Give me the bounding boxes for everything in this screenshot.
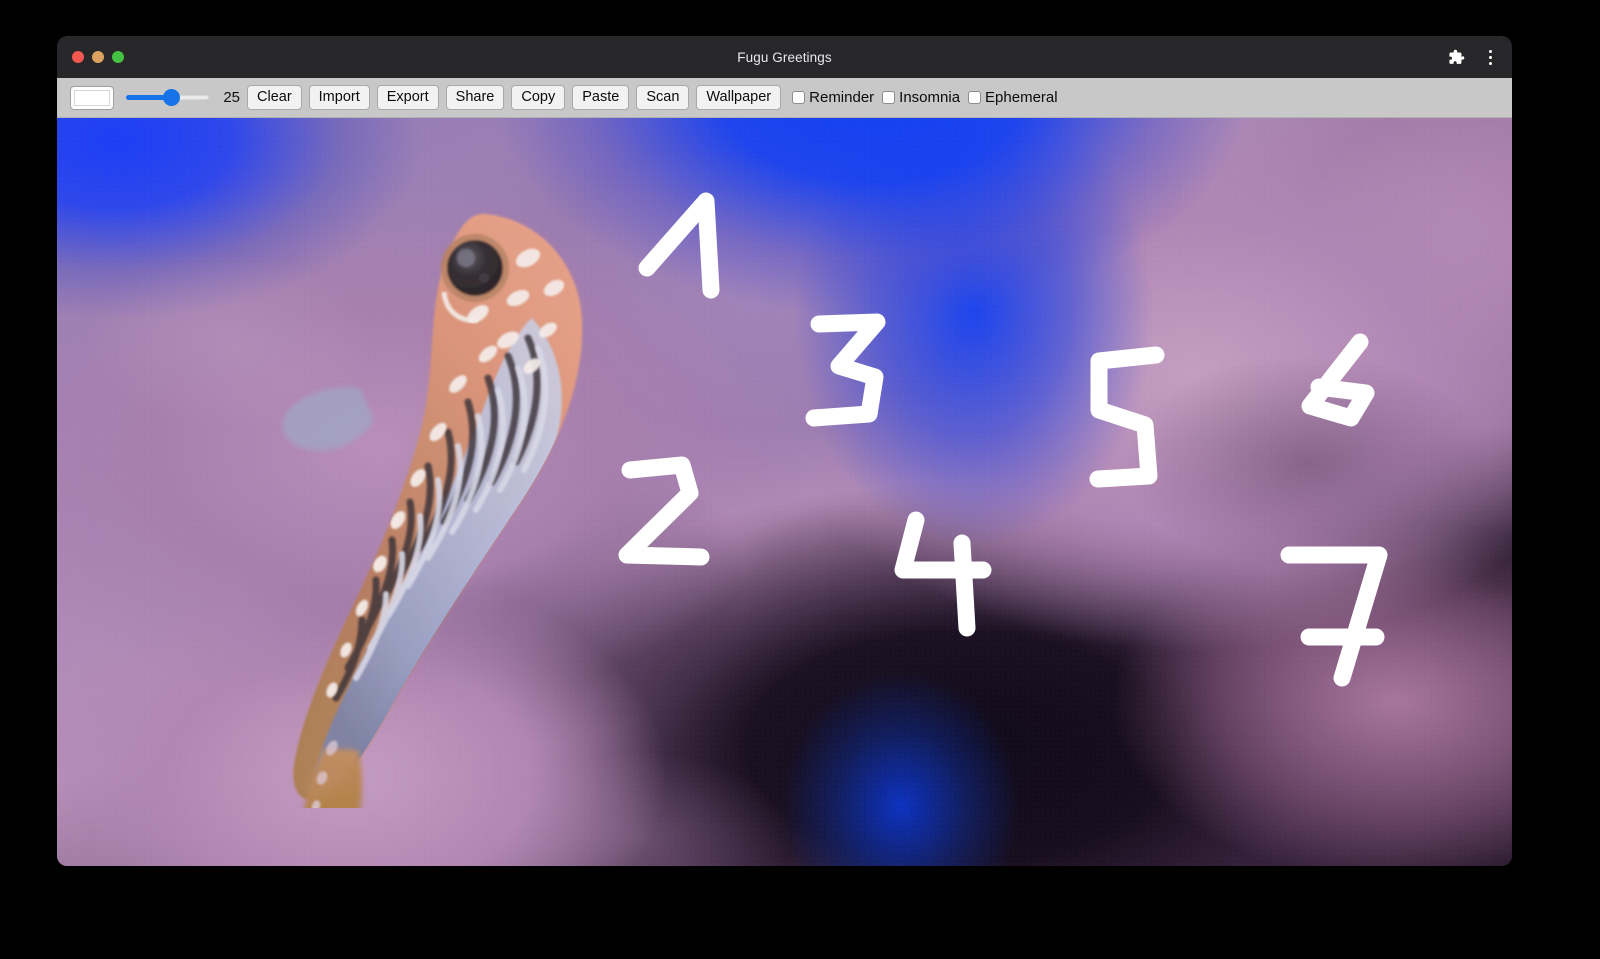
clear-button[interactable]: Clear xyxy=(247,85,302,110)
stroke-digit-6 xyxy=(1301,333,1375,427)
paste-button[interactable]: Paste xyxy=(572,85,630,110)
traffic-light-group xyxy=(72,51,124,63)
color-picker[interactable] xyxy=(70,85,114,110)
wallpaper-button[interactable]: Wallpaper xyxy=(696,85,782,110)
insomnia-checkbox-label: Insomnia xyxy=(899,89,961,106)
stroke-digit-5 xyxy=(1089,346,1165,488)
extensions-icon[interactable] xyxy=(1446,47,1466,67)
brush-size-slider[interactable] xyxy=(126,88,209,108)
handwritten-strokes-layer xyxy=(618,192,1388,687)
reminder-checkbox-label: Reminder xyxy=(809,89,875,106)
export-button[interactable]: Export xyxy=(376,85,439,110)
ephemeral-checkbox-box[interactable] xyxy=(968,91,982,104)
close-window-button[interactable] xyxy=(72,51,84,63)
toolbar: 25 Clear Import Export Share Copy Paste … xyxy=(57,78,1512,118)
slider-thumb[interactable] xyxy=(162,88,180,106)
ephemeral-checkbox-label: Ephemeral xyxy=(985,89,1058,106)
minimize-window-button[interactable] xyxy=(92,51,104,63)
stroke-digit-7 xyxy=(1280,546,1388,687)
titlebar-actions xyxy=(1446,47,1500,67)
brush-size-value: 25 xyxy=(223,89,240,106)
reminder-checkbox[interactable]: Reminder xyxy=(792,89,874,106)
maximize-window-button[interactable] xyxy=(112,51,124,63)
stroke-digit-2 xyxy=(618,456,710,566)
import-button[interactable]: Import xyxy=(308,85,370,110)
scan-button[interactable]: Scan xyxy=(636,85,690,110)
reminder-checkbox-box[interactable] xyxy=(792,91,806,104)
insomnia-checkbox-box[interactable] xyxy=(882,91,896,104)
kebab-dot-3 xyxy=(1488,61,1492,65)
stroke-digit-4 xyxy=(894,511,992,637)
ephemeral-checkbox[interactable]: Ephemeral xyxy=(968,89,1058,106)
drawing-canvas[interactable] xyxy=(57,118,1512,866)
kebab-dot-2 xyxy=(1488,55,1492,59)
browser-menu-icon[interactable] xyxy=(1480,47,1500,67)
window-title: Fugu Greetings xyxy=(737,49,832,65)
stroke-digit-1 xyxy=(638,192,720,299)
share-button[interactable]: Share xyxy=(445,85,505,110)
title-bar: Fugu Greetings xyxy=(57,36,1512,78)
app-window: Fugu Greetings 25 Clear Import Export Sh… xyxy=(57,36,1512,866)
insomnia-checkbox[interactable]: Insomnia xyxy=(882,89,960,106)
color-swatch-fill xyxy=(74,89,110,106)
stroke-digit-3 xyxy=(805,313,886,427)
copy-button[interactable]: Copy xyxy=(511,85,566,110)
kebab-dot-1 xyxy=(1488,49,1492,53)
